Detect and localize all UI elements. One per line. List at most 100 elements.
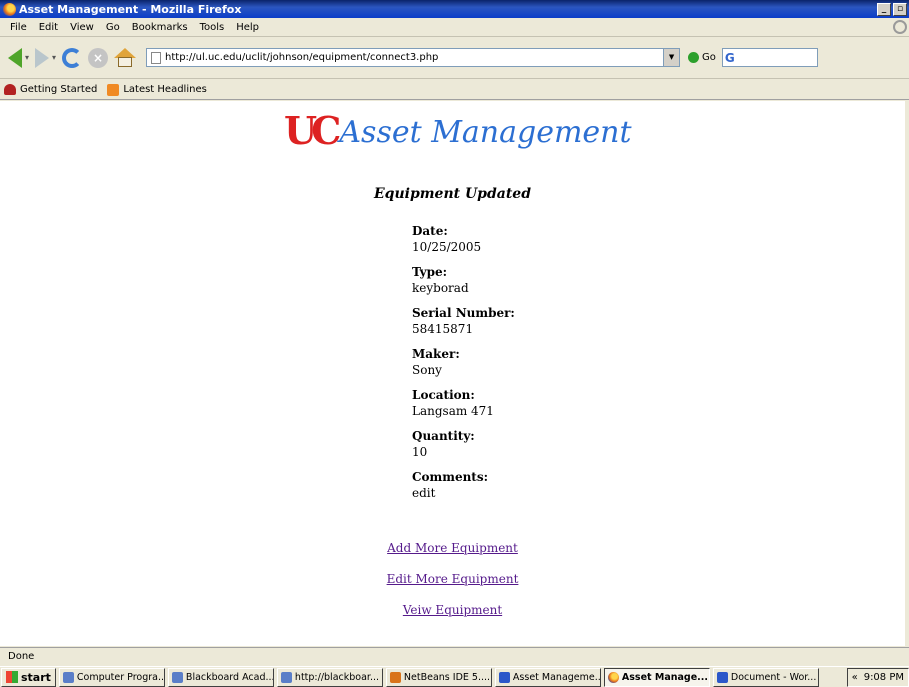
field-serial-number: Serial Number: 58415871 xyxy=(412,305,515,338)
field-label: Comments: xyxy=(412,470,489,484)
taskbar-item[interactable]: NetBeans IDE 5.... xyxy=(385,667,492,687)
site-logo: UC Asset Management xyxy=(284,112,632,150)
menu-bookmarks[interactable]: Bookmarks xyxy=(126,22,194,33)
status-bar: Done xyxy=(0,647,909,665)
window-controls: _ ▫ xyxy=(877,2,907,16)
window-title-bar: Asset Management - Mozilla Firefox _ ▫ xyxy=(0,0,909,18)
taskbar-item[interactable]: Asset Manageme... xyxy=(494,667,601,687)
stop-icon: × xyxy=(88,47,109,68)
status-text: Done xyxy=(8,651,35,662)
field-value: keyborad xyxy=(412,281,469,295)
taskbar: start Computer Progra... Blackboard Acad… xyxy=(0,666,909,687)
field-label: Date: xyxy=(412,224,448,238)
throbber-icon xyxy=(893,20,907,34)
uc-logo-mark: UC xyxy=(284,108,341,153)
taskbar-item-label: Asset Manage... xyxy=(621,671,708,683)
ie-icon xyxy=(62,671,74,683)
field-quantity: Quantity: 10 xyxy=(412,428,515,461)
taskbar-item-active[interactable]: Asset Manage... xyxy=(603,667,710,687)
field-maker: Maker: Sony xyxy=(412,346,515,379)
maximize-button[interactable]: ▫ xyxy=(893,2,907,16)
back-button[interactable]: ▾ xyxy=(8,47,29,68)
reload-icon xyxy=(62,47,83,68)
menu-tools[interactable]: Tools xyxy=(194,22,231,33)
forward-button[interactable]: ▾ xyxy=(35,47,56,68)
start-button[interactable]: start xyxy=(1,667,56,687)
bookmark-getting-started[interactable]: Getting Started xyxy=(4,84,97,95)
taskbar-item-label: Asset Manageme... xyxy=(512,671,601,683)
field-label: Type: xyxy=(412,265,448,279)
bookmarks-toolbar: Getting Started Latest Headlines xyxy=(0,80,909,100)
taskbar-item-label: Document - Wor... xyxy=(730,671,817,683)
field-value: 58415871 xyxy=(412,322,474,336)
address-bar[interactable]: ▼ xyxy=(146,48,681,67)
go-label: Go xyxy=(702,52,716,63)
netbeans-icon xyxy=(389,671,401,683)
field-location: Location: Langsam 471 xyxy=(412,387,515,420)
field-label: Serial Number: xyxy=(412,306,515,320)
menu-view[interactable]: View xyxy=(64,22,100,33)
forward-dropdown-icon[interactable]: ▾ xyxy=(52,53,56,62)
action-links: Add More Equipment Edit More Equipment V… xyxy=(0,541,905,634)
add-more-equipment-link[interactable]: Add More Equipment xyxy=(0,541,905,555)
taskbar-item[interactable]: Blackboard Acad... xyxy=(167,667,274,687)
start-label: start xyxy=(21,670,51,684)
system-tray: « 9:08 PM xyxy=(846,667,909,687)
taskbar-item-label: http://blackboar... xyxy=(294,671,379,683)
field-value: 10 xyxy=(412,445,428,459)
taskbar-item[interactable]: http://blackboar... xyxy=(276,667,383,687)
bookmark-label: Getting Started xyxy=(20,84,98,95)
tray-expand-icon[interactable]: « xyxy=(852,672,858,683)
menu-bar: File Edit View Go Bookmarks Tools Help xyxy=(0,18,909,37)
taskbar-item-label: Blackboard Acad... xyxy=(185,671,274,683)
url-input[interactable] xyxy=(165,52,664,63)
minimize-button[interactable]: _ xyxy=(877,2,891,16)
field-label: Location: xyxy=(412,388,475,402)
menu-go[interactable]: Go xyxy=(100,22,126,33)
go-icon xyxy=(688,52,700,63)
home-icon xyxy=(114,47,137,68)
page-content: UC Asset Management Equipment Updated Da… xyxy=(0,101,905,646)
back-dropdown-icon[interactable]: ▾ xyxy=(25,53,29,62)
bookmark-label: Latest Headlines xyxy=(123,84,207,95)
taskbar-item[interactable]: Document - Wor... xyxy=(712,667,819,687)
reload-button[interactable] xyxy=(62,47,83,68)
window-title: Asset Management - Mozilla Firefox xyxy=(19,2,242,16)
field-label: Quantity: xyxy=(412,429,475,443)
menu-help[interactable]: Help xyxy=(230,22,265,33)
menu-file[interactable]: File xyxy=(4,22,33,33)
rss-icon xyxy=(107,83,120,96)
field-value: edit xyxy=(412,486,436,500)
view-equipment-link[interactable]: Veiw Equipment xyxy=(0,603,905,617)
field-type: Type: keyborad xyxy=(412,264,515,297)
field-value: Langsam 471 xyxy=(412,404,494,418)
stop-button[interactable]: × xyxy=(88,47,109,68)
equipment-details: Date: 10/25/2005 Type: keyborad Serial N… xyxy=(412,223,515,510)
menu-edit[interactable]: Edit xyxy=(33,22,64,33)
ie-icon xyxy=(280,671,292,683)
firefox-icon xyxy=(607,671,619,683)
bookmark-latest-headlines[interactable]: Latest Headlines xyxy=(107,83,207,96)
url-dropdown-icon[interactable]: ▼ xyxy=(663,49,680,66)
taskbar-item-label: Computer Progra... xyxy=(76,671,165,683)
clock: 9:08 PM xyxy=(863,671,904,683)
google-search-icon[interactable]: G xyxy=(725,51,735,65)
word-icon xyxy=(716,671,728,683)
word-icon xyxy=(498,671,510,683)
page-icon xyxy=(151,51,162,64)
firefox-bookmark-icon xyxy=(4,84,16,95)
edit-more-equipment-link[interactable]: Edit More Equipment xyxy=(0,572,905,586)
field-label: Maker: xyxy=(412,347,460,361)
search-box[interactable]: G xyxy=(721,48,818,67)
ie-icon xyxy=(171,671,183,683)
windows-logo-icon xyxy=(6,671,18,683)
go-button[interactable]: Go xyxy=(688,52,716,63)
field-comments: Comments: edit xyxy=(412,469,515,502)
field-value: Sony xyxy=(412,363,442,377)
forward-arrow-icon xyxy=(35,47,50,68)
home-button[interactable] xyxy=(114,47,137,68)
field-date: Date: 10/25/2005 xyxy=(412,223,515,256)
taskbar-item[interactable]: Computer Progra... xyxy=(58,667,165,687)
navigation-toolbar: ▾ ▾ × ▼ Go G xyxy=(0,37,909,79)
page-heading: Equipment Updated xyxy=(373,186,531,202)
